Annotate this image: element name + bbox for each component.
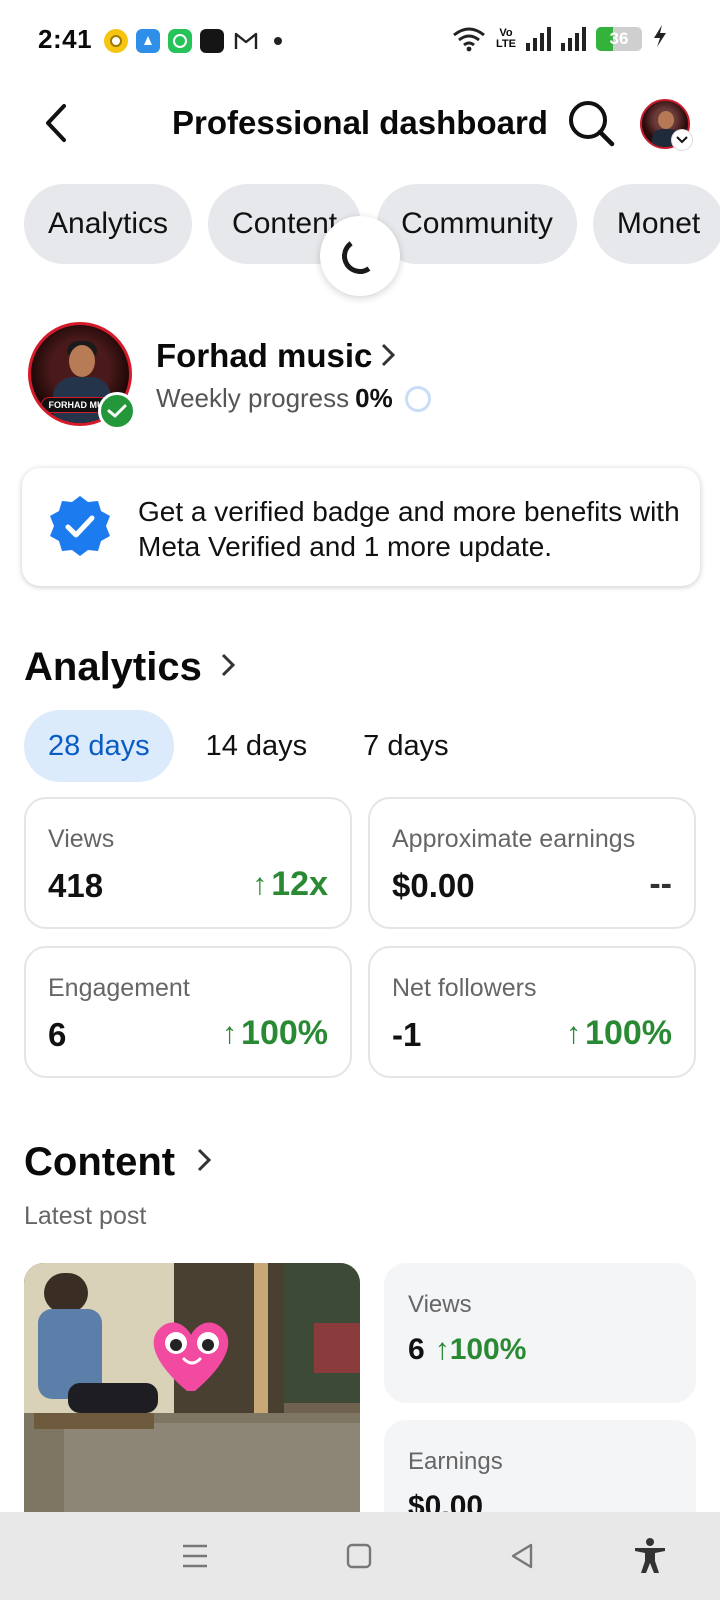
notification-icons bbox=[104, 29, 282, 53]
promo-text: Get a verified badge and more benefits w… bbox=[138, 496, 680, 562]
app-header: Professional dashboard bbox=[0, 90, 720, 160]
stat-change: ↑ 12x bbox=[252, 865, 328, 903]
app-notification-icon bbox=[104, 29, 128, 53]
stat-card-views[interactable]: Views 418 ↑ 12x bbox=[24, 797, 352, 929]
search-icon bbox=[569, 101, 615, 147]
loading-spinner bbox=[320, 216, 400, 296]
stat-change: ↑ 100% bbox=[566, 1014, 672, 1052]
chevron-right-icon[interactable] bbox=[220, 648, 236, 687]
verified-badge-icon bbox=[48, 494, 112, 558]
stat-card-net-followers[interactable]: Net followers -1 ↑ 100% bbox=[368, 946, 696, 1078]
status-bar: 2:41 Vo LTE 36 bbox=[0, 0, 720, 80]
stat-value: 418 bbox=[48, 867, 104, 904]
accessibility-icon bbox=[635, 1538, 665, 1573]
range-28-days[interactable]: 28 days bbox=[24, 710, 174, 782]
gmail-icon bbox=[232, 29, 260, 53]
search-button[interactable] bbox=[566, 98, 618, 150]
wifi-icon bbox=[452, 26, 486, 52]
arrow-up-icon: ↑ bbox=[222, 1016, 238, 1050]
charging-icon bbox=[652, 24, 668, 54]
signal-icon bbox=[526, 27, 551, 51]
arrow-up-icon: ↑ bbox=[566, 1016, 582, 1050]
chevron-right-icon[interactable] bbox=[196, 1143, 212, 1182]
stat-label: Net followers bbox=[392, 974, 537, 1002]
latest-post-label: Latest post bbox=[24, 1202, 147, 1230]
more-notifications-dot bbox=[274, 37, 282, 45]
volte-icon: Vo LTE bbox=[496, 27, 516, 50]
accessibility-button[interactable] bbox=[626, 1532, 674, 1580]
check-icon bbox=[98, 392, 136, 430]
home-square-icon bbox=[346, 1543, 372, 1569]
spinner-icon bbox=[339, 235, 381, 277]
range-selector: 28 days 14 days 7 days bbox=[24, 710, 473, 782]
battery-percent: 36 bbox=[609, 29, 629, 48]
weekly-progress: Weekly progress 0% bbox=[156, 383, 431, 414]
app-notification-icon bbox=[136, 29, 160, 53]
system-icons: Vo LTE 36 bbox=[452, 24, 668, 54]
range-14-days[interactable]: 14 days bbox=[182, 710, 332, 782]
post-thumbnail[interactable] bbox=[24, 1263, 360, 1513]
stat-label: Views bbox=[48, 825, 115, 853]
stat-label: Engagement bbox=[48, 974, 190, 1002]
tab-monetization[interactable]: Monet bbox=[592, 184, 720, 264]
arrow-up-icon: ↑ bbox=[434, 1333, 450, 1366]
chevron-right-icon[interactable] bbox=[380, 342, 396, 376]
mini-stat-value: 6 ↑100% bbox=[408, 1333, 527, 1366]
post-views-card[interactable]: Views 6 ↑100% bbox=[384, 1263, 696, 1403]
whatsapp-icon bbox=[168, 29, 192, 53]
menu-icon bbox=[183, 1544, 207, 1568]
stat-change: -- bbox=[649, 865, 672, 903]
stat-value: -1 bbox=[392, 1016, 422, 1053]
analytics-section-title[interactable]: Analytics bbox=[24, 645, 202, 690]
range-7-days[interactable]: 7 days bbox=[339, 710, 472, 782]
back-nav-button[interactable] bbox=[498, 1532, 546, 1580]
home-button[interactable] bbox=[335, 1532, 383, 1580]
weekly-progress-label: Weekly progress bbox=[156, 383, 350, 413]
progress-ring-icon bbox=[404, 385, 431, 412]
stat-card-earnings[interactable]: Approximate earnings $0.00 -- bbox=[368, 797, 696, 929]
recent-apps-button[interactable] bbox=[171, 1532, 219, 1580]
battery-icon: 36 bbox=[596, 27, 642, 51]
meta-verified-card[interactable]: Get a verified badge and more benefits w… bbox=[22, 468, 700, 586]
status-time: 2:41 bbox=[38, 24, 93, 54]
tab-analytics[interactable]: Analytics bbox=[24, 184, 193, 264]
app-notification-icon bbox=[200, 29, 224, 53]
signal-icon bbox=[561, 27, 586, 51]
stat-label: Approximate earnings bbox=[392, 825, 636, 853]
tab-community[interactable]: Community bbox=[377, 184, 577, 264]
content-section-title[interactable]: Content bbox=[24, 1140, 175, 1185]
chevron-down-icon[interactable] bbox=[672, 130, 692, 150]
weekly-progress-value: 0% bbox=[355, 383, 393, 413]
profile-name[interactable]: Forhad music bbox=[156, 337, 372, 375]
stat-value: 6 bbox=[48, 1016, 67, 1053]
stat-change: ↑ 100% bbox=[222, 1014, 328, 1052]
system-navigation-bar bbox=[0, 1512, 720, 1600]
stat-value: $0.00 bbox=[392, 867, 475, 904]
arrow-up-icon: ↑ bbox=[252, 867, 268, 901]
mini-stat-label: Views bbox=[408, 1291, 472, 1318]
mini-stat-label: Earnings bbox=[408, 1448, 503, 1475]
back-triangle-icon bbox=[511, 1543, 533, 1569]
stat-card-engagement[interactable]: Engagement 6 ↑ 100% bbox=[24, 946, 352, 1078]
